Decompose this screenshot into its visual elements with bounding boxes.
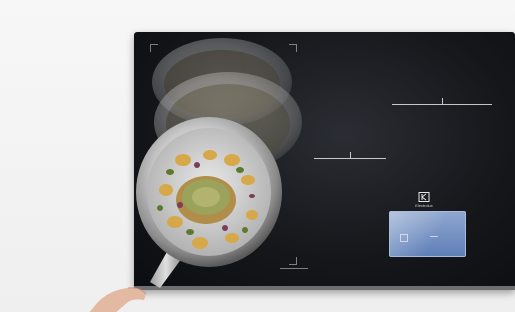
hand-holding-pan xyxy=(89,287,147,312)
product-photo-scene: Electrolux xyxy=(0,0,515,312)
frying-pan-illustration xyxy=(136,38,302,288)
